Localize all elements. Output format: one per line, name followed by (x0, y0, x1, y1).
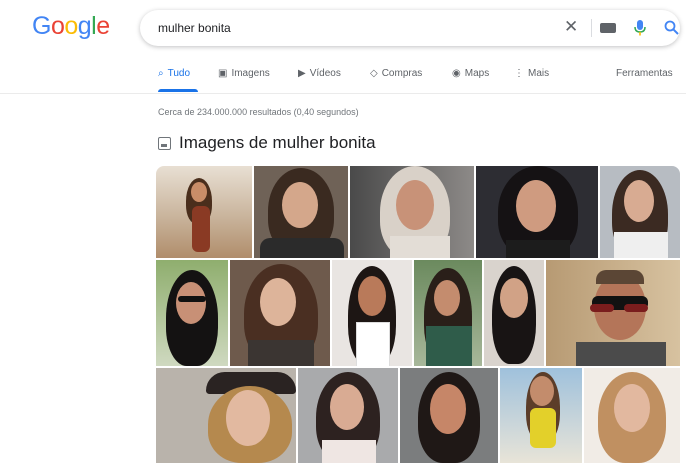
image-thumbnail[interactable] (500, 368, 582, 463)
tab-mais[interactable]: ⋮ Mais (514, 68, 549, 79)
tab-compras[interactable]: ◇ Compras (370, 68, 422, 79)
image-thumbnail[interactable] (400, 368, 498, 463)
image-thumbnail[interactable] (254, 166, 348, 258)
active-tab-indicator (158, 89, 198, 92)
image-thumbnail[interactable] (350, 166, 474, 258)
image-grid (156, 166, 680, 463)
google-logo[interactable]: Google (32, 12, 110, 41)
divider (591, 19, 592, 37)
tab-maps[interactable]: ◉ Maps (452, 68, 489, 79)
image-icon: ▣ (218, 68, 228, 79)
image-thumbnail[interactable] (600, 166, 680, 258)
pin-icon: ◉ (452, 68, 461, 79)
images-section-title: Imagens de mulher bonita (179, 133, 376, 152)
tools-button[interactable]: Ferramentas (616, 68, 673, 79)
close-icon[interactable]: ✕ (564, 18, 578, 36)
image-thumbnail[interactable] (484, 260, 544, 366)
image-thumbnail[interactable] (332, 260, 412, 366)
tab-videos[interactable]: ▶ Vídeos (298, 68, 341, 79)
image-thumbnail[interactable] (546, 260, 680, 366)
image-thumbnail[interactable] (476, 166, 598, 258)
image-thumbnail[interactable] (414, 260, 482, 366)
image-thumbnail[interactable] (156, 260, 228, 366)
image-thumbnail[interactable] (156, 368, 296, 463)
keyboard-icon[interactable] (600, 23, 616, 33)
image-thumbnail[interactable] (298, 368, 398, 463)
divider (0, 93, 686, 94)
search-icon[interactable] (664, 20, 679, 40)
microphone-icon[interactable] (634, 20, 646, 41)
tab-imagens[interactable]: ▣ Imagens (218, 68, 270, 79)
image-icon (158, 136, 171, 150)
tab-tudo[interactable]: ⌕ Tudo (158, 68, 190, 79)
image-thumbnail[interactable] (230, 260, 330, 366)
search-input[interactable]: mulher bonita (158, 21, 231, 35)
search-tabs: ⌕ Tudo ▣ Imagens ▶ Vídeos ◇ Compras ◉ Maps ⋮ M… (158, 68, 686, 92)
video-icon: ▶ (298, 68, 306, 79)
search-box[interactable]: mulher bonita ✕ (140, 10, 680, 46)
tag-icon: ◇ (370, 68, 378, 79)
results-stats: Cerca de 234.000.000 resultados (0,40 se… (158, 107, 359, 117)
search-icon: ⌕ (158, 68, 164, 79)
more-icon: ⋮ (514, 68, 524, 79)
image-thumbnail[interactable] (584, 368, 680, 463)
image-thumbnail[interactable] (156, 166, 252, 258)
images-section-header[interactable]: Imagens de mulher bonita (158, 133, 376, 153)
